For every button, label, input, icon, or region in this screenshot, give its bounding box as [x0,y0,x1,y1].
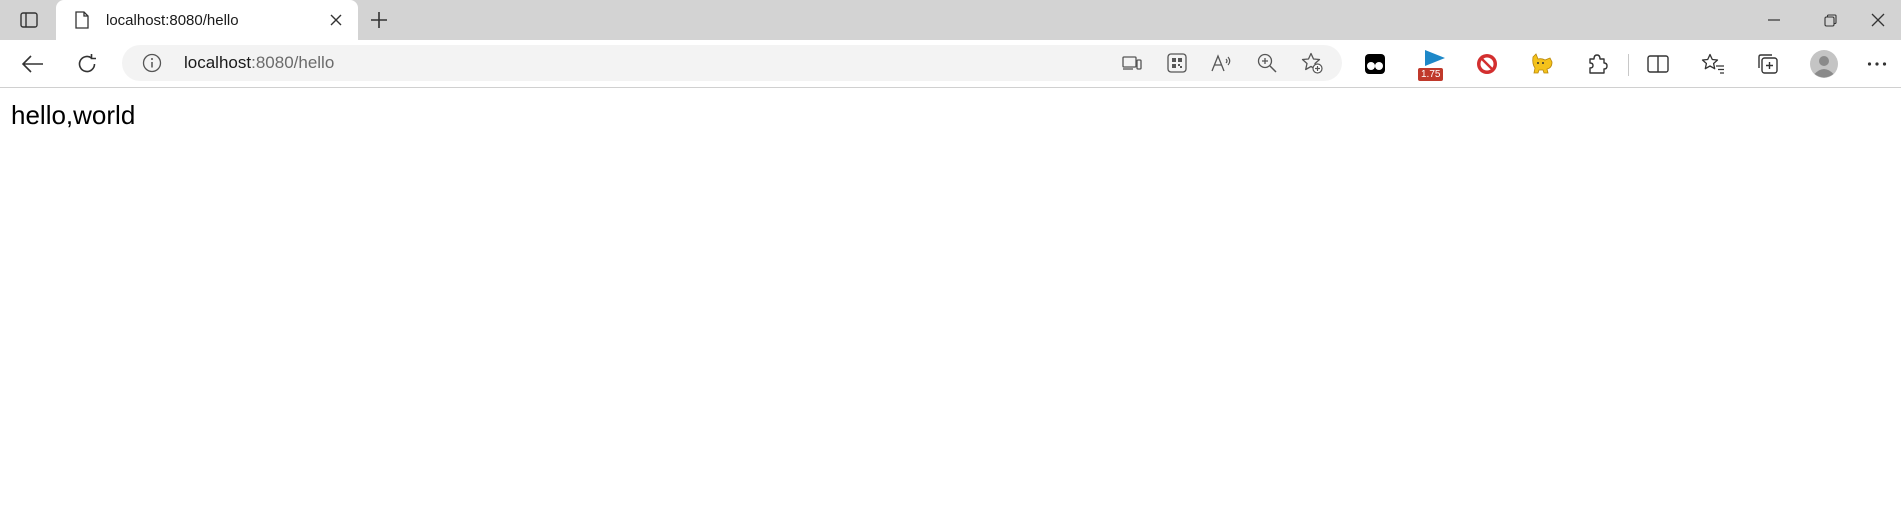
refresh-button[interactable] [69,46,105,82]
plus-icon [370,11,388,29]
tab-actions-button[interactable] [12,7,46,33]
close-window-button[interactable] [1855,0,1901,40]
minimize-icon [1768,19,1780,21]
app-available-icon[interactable] [1118,50,1146,76]
speed-badge: 1.75 [1418,68,1444,81]
cat-icon [1530,53,1554,75]
tab-title: localhost:8080/hello [106,11,239,29]
back-button[interactable] [15,46,51,82]
toolbar-divider [1628,54,1629,76]
extension-video-speed-button[interactable]: 1.75 [1414,46,1454,82]
url-path: :8080/hello [251,53,335,72]
split-screen-icon [1647,55,1669,73]
read-aloud-icon[interactable] [1208,50,1236,76]
settings-menu-button[interactable] [1859,46,1895,82]
tab-strip: localhost:8080/hello [0,0,1901,40]
close-window-icon [1871,13,1885,27]
blocked-icon [1476,53,1498,75]
toolbar: localhost:8080/hello 1.75 [0,40,1901,88]
split-screen-button[interactable] [1640,46,1676,82]
qr-code-icon[interactable] [1163,50,1191,76]
favorites-icon [1701,53,1725,75]
avatar [1809,49,1839,79]
close-icon [330,14,342,26]
puzzle-icon [1586,53,1608,75]
restore-icon [1823,13,1837,27]
extension-blocker-button[interactable] [1469,46,1505,82]
address-bar[interactable]: localhost:8080/hello [122,45,1342,81]
extension-tampermonkey-button[interactable] [1357,46,1393,82]
refresh-icon [76,53,98,75]
active-tab[interactable]: localhost:8080/hello [56,0,358,40]
more-options-icon [1867,62,1887,66]
profile-button[interactable] [1806,46,1842,82]
add-favorite-icon[interactable] [1298,50,1326,76]
page-content: hello,world [0,88,1901,514]
tab-actions-icon [20,12,38,28]
play-speed-icon: 1.75 [1414,46,1454,82]
info-icon[interactable] [140,51,164,75]
restore-button[interactable] [1807,0,1853,40]
extensions-button[interactable] [1579,46,1615,82]
extension-cat-button[interactable] [1524,46,1560,82]
minimize-button[interactable] [1751,0,1797,40]
favorites-button[interactable] [1695,46,1731,82]
url-text[interactable]: localhost:8080/hello [184,45,334,81]
arrow-left-icon [22,55,44,73]
collections-button[interactable] [1750,46,1786,82]
zoom-icon[interactable] [1253,50,1281,76]
close-tab-button[interactable] [324,8,348,32]
url-host: localhost [184,53,252,72]
page-text: hello,world [11,100,136,130]
collections-icon [1757,53,1779,75]
tampermonkey-icon [1364,53,1386,75]
new-tab-button[interactable] [364,7,394,33]
page-icon [72,10,92,30]
